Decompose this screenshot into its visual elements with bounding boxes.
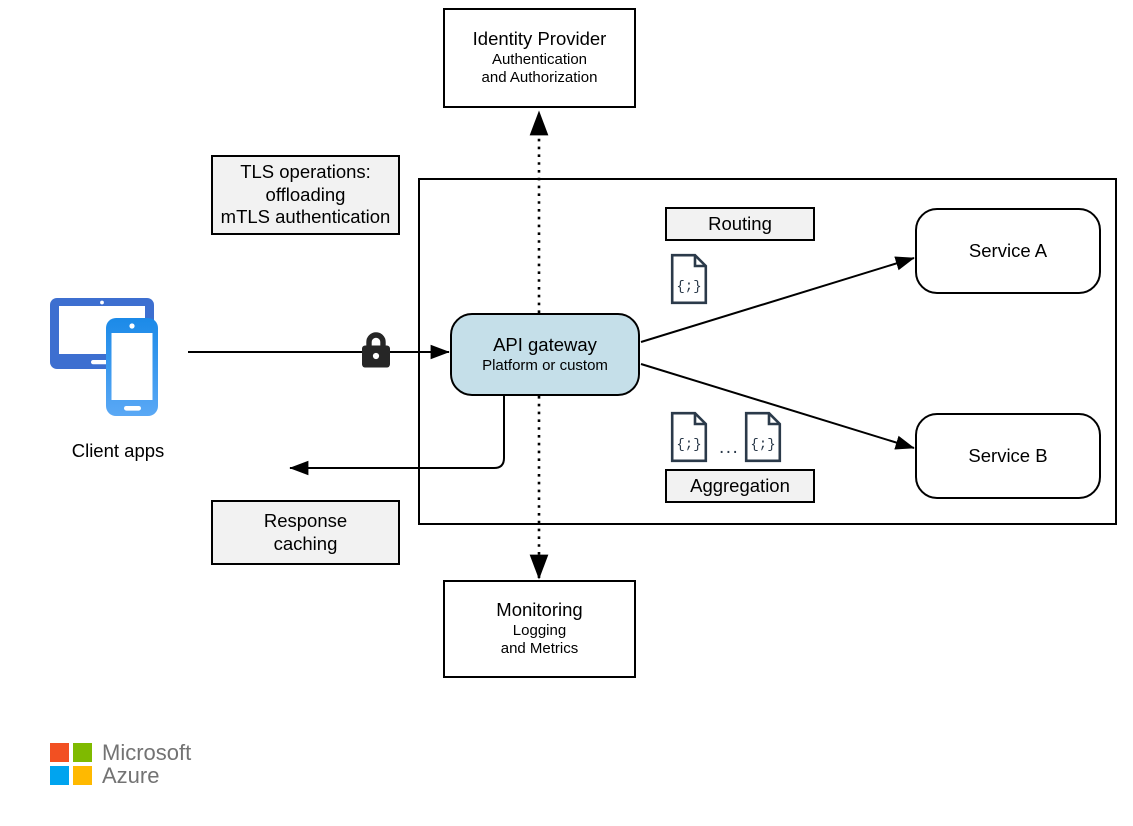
- tls-operations-node[interactable]: TLS operations: offloading mTLS authenti…: [211, 155, 400, 235]
- logo-square-top-left: [50, 743, 69, 762]
- svg-text:{;}: {;}: [750, 437, 775, 453]
- logo-square-bottom-right: [73, 766, 92, 785]
- response-caching-line-2: caching: [273, 532, 338, 554]
- aggregation-ellipsis: ...: [719, 437, 740, 458]
- routing-node[interactable]: Routing: [665, 207, 815, 241]
- identity-provider-sub-1: Authentication: [491, 50, 588, 68]
- microsoft-logo-squares: [50, 743, 92, 785]
- diagram-canvas: Client apps Identity Provider Authentica…: [0, 0, 1133, 826]
- api-gateway-sub: Platform or custom: [482, 356, 608, 374]
- azure-wordmark: Microsoft Azure: [102, 739, 192, 788]
- routing-label: Routing: [708, 212, 772, 234]
- service-b-node[interactable]: Service B: [915, 413, 1101, 499]
- monitoring-sub-2: and Metrics: [500, 640, 579, 658]
- logo-square-top-right: [73, 743, 92, 762]
- aggregation-node[interactable]: Aggregation: [665, 469, 815, 503]
- tablet-and-phone-icon: [48, 292, 188, 422]
- tls-operations-line-2: offloading: [265, 183, 346, 205]
- svg-text:{;}: {;}: [676, 437, 701, 453]
- response-caching-line-1: Response: [263, 509, 348, 531]
- api-gateway-title: API gateway: [493, 334, 597, 356]
- api-gateway-node[interactable]: API gateway Platform or custom: [450, 313, 640, 396]
- brand-company: Microsoft: [102, 739, 192, 765]
- monitoring-title: Monitoring: [496, 599, 583, 621]
- json-document-icon-aggregation-1: {;}: [670, 411, 708, 463]
- monitoring-sub-1: Logging: [512, 621, 567, 639]
- aggregation-label: Aggregation: [690, 474, 790, 496]
- svg-text:{;}: {;}: [676, 279, 701, 295]
- lock-icon: [357, 330, 395, 374]
- monitoring-node[interactable]: Monitoring Logging and Metrics: [443, 580, 636, 678]
- tls-operations-line-1: TLS operations:: [240, 161, 371, 183]
- service-a-label: Service A: [968, 239, 1048, 261]
- identity-provider-node[interactable]: Identity Provider Authentication and Aut…: [443, 8, 636, 108]
- microsoft-azure-logo: Microsoft Azure: [50, 740, 200, 788]
- client-apps-caption: Client apps: [71, 440, 165, 461]
- identity-provider-title: Identity Provider: [472, 28, 607, 50]
- service-b-label: Service B: [968, 444, 1048, 466]
- logo-square-bottom-left: [50, 766, 69, 785]
- json-document-icon-aggregation-2: {;}: [744, 411, 782, 463]
- phone-icon: [106, 318, 158, 416]
- response-caching-node[interactable]: Response caching: [211, 500, 400, 565]
- identity-provider-sub-2: and Authorization: [481, 69, 598, 87]
- brand-product: Azure: [102, 763, 160, 788]
- service-a-node[interactable]: Service A: [915, 208, 1101, 294]
- json-document-icon-routing: {;}: [670, 253, 708, 305]
- tls-operations-line-3: mTLS authentication: [220, 206, 391, 228]
